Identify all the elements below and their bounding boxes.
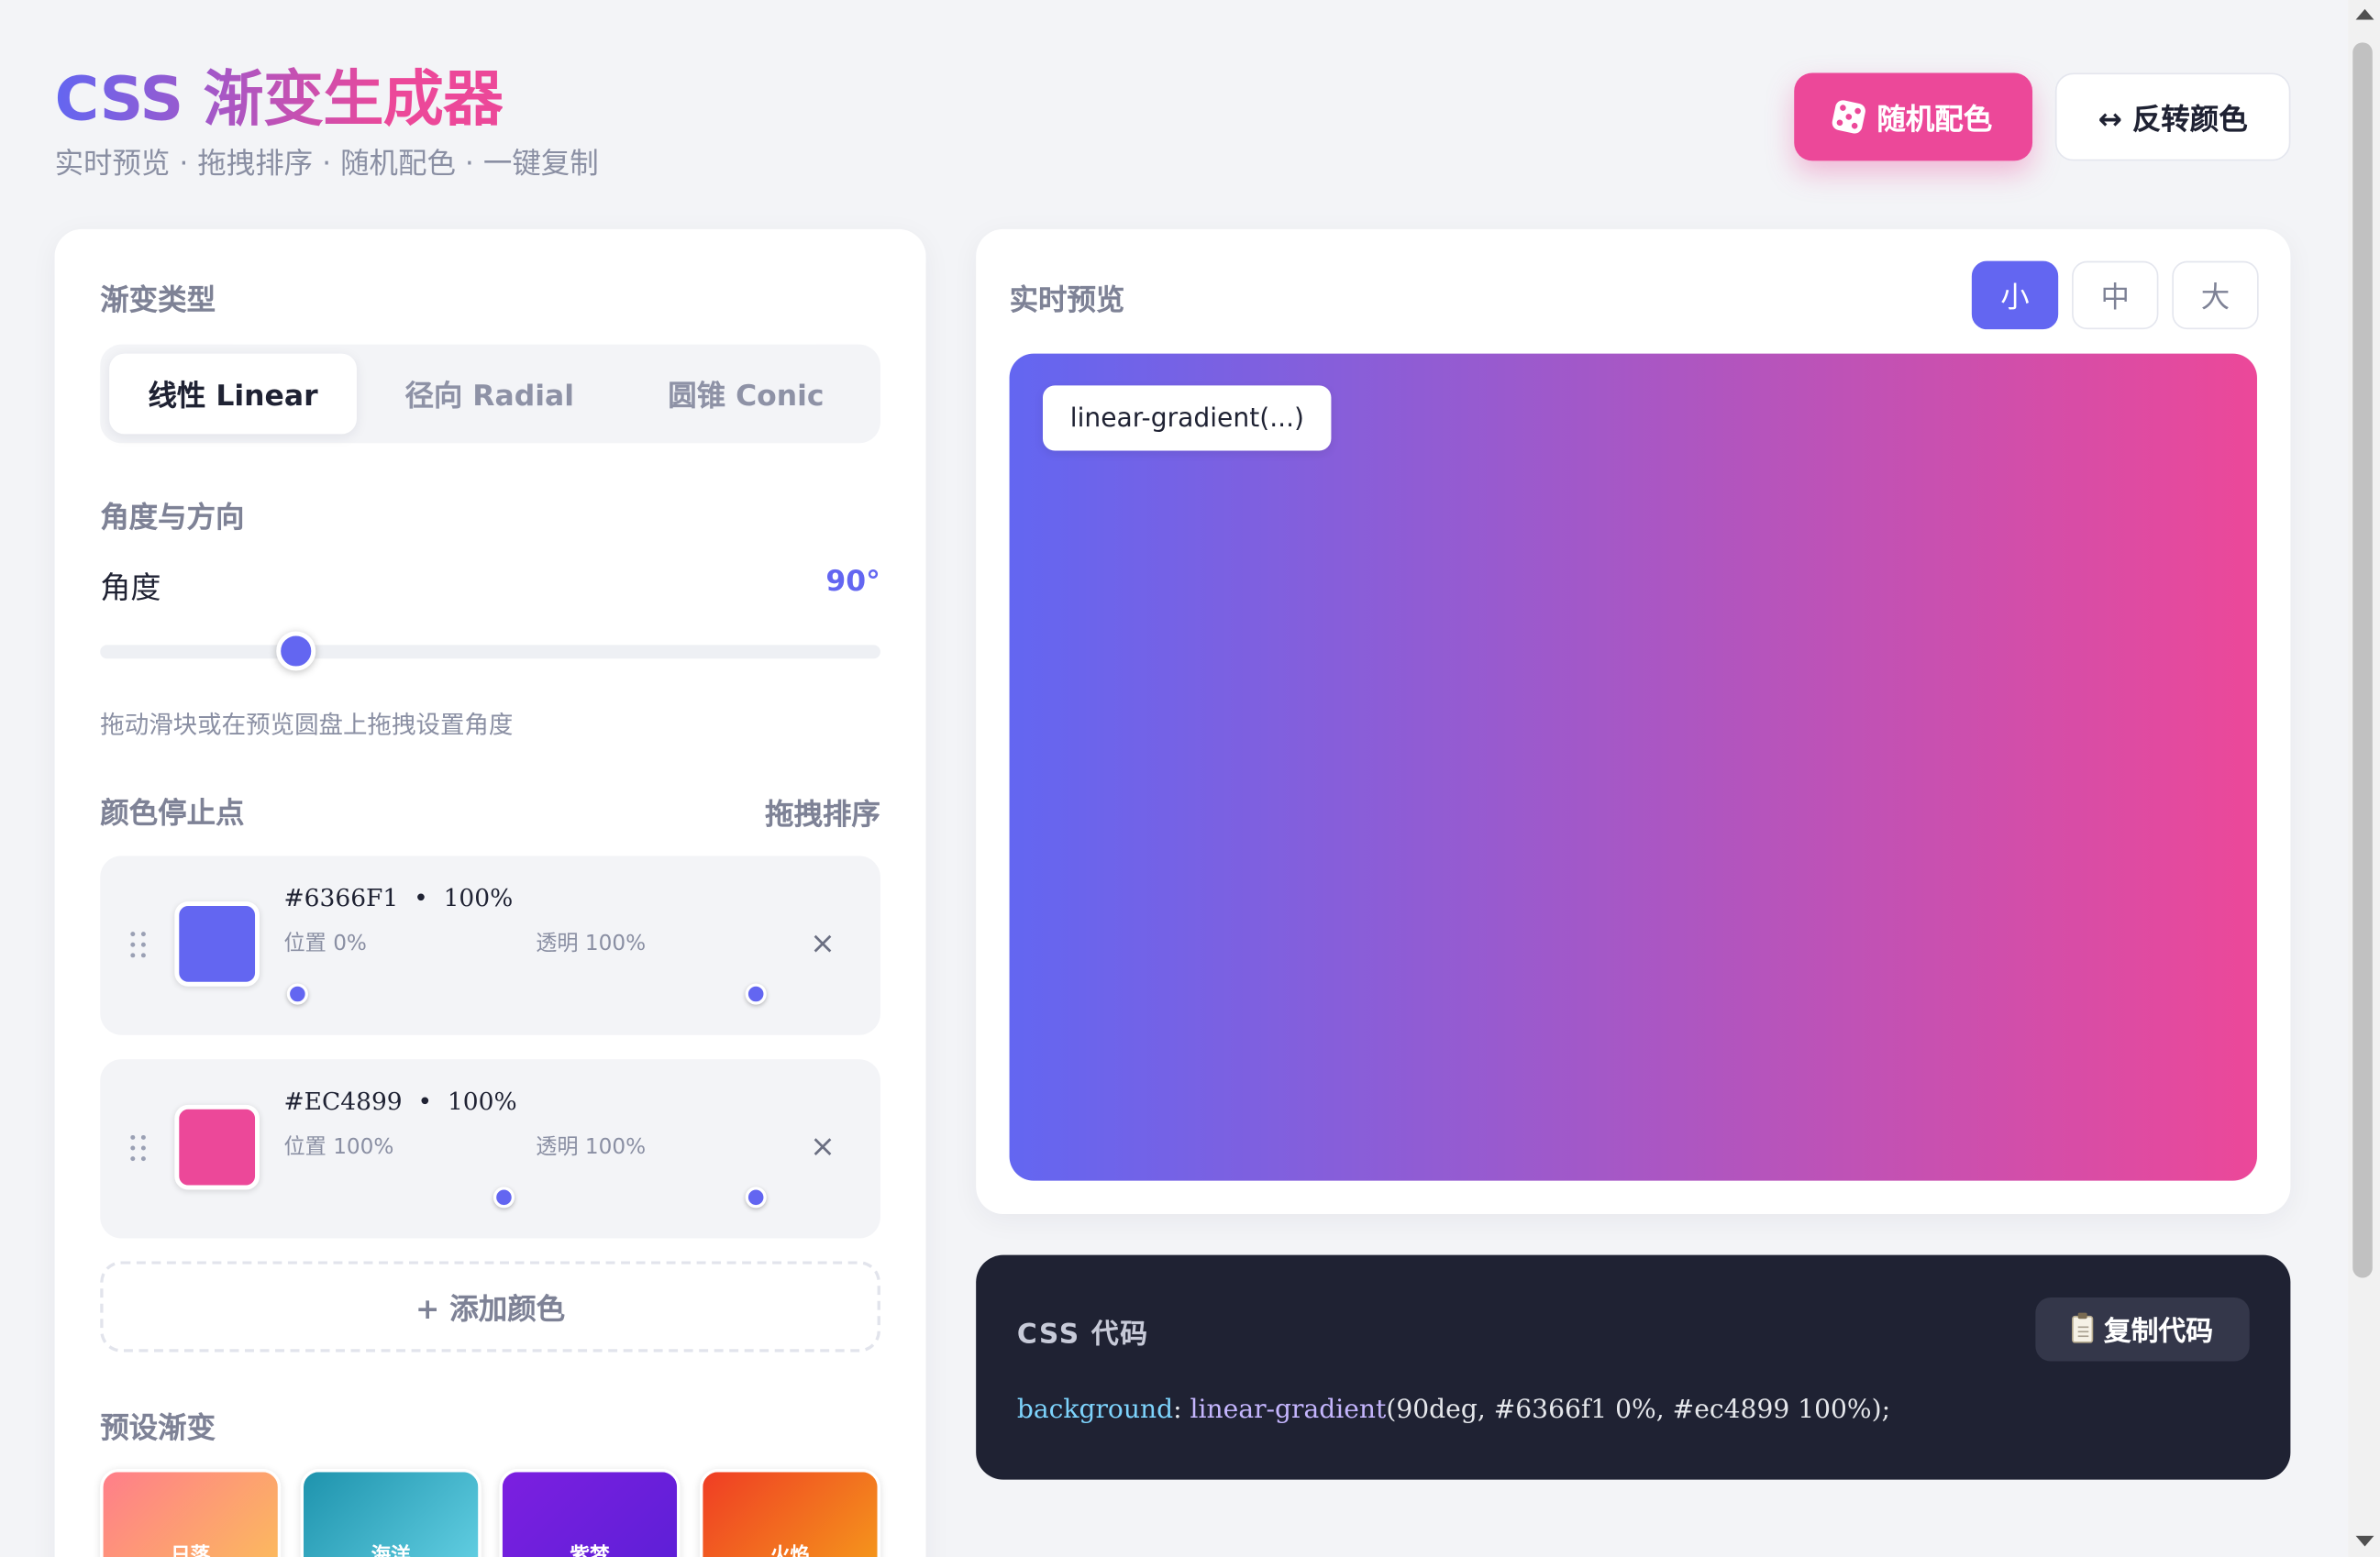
reverse-colors-label: ↔ 反转颜色	[2098, 102, 2248, 137]
tab-conic[interactable]: 圆锥 Conic	[623, 354, 870, 435]
copy-code-button[interactable]: 复制代码	[2035, 1298, 2250, 1362]
stop-position-thumb[interactable]	[286, 983, 308, 1005]
drag-handle-icon[interactable]	[127, 932, 149, 959]
page-scrollbar[interactable]	[2348, 0, 2380, 1557]
css-code-panel: CSS 代码 复制代码 background: linear-gradient(…	[976, 1254, 2291, 1480]
color-stop-card[interactable]: #6366F1 • 100% 位置 0% 透明 100% ×	[100, 856, 880, 1035]
angle-hint: 拖动滑块或在预览圆盘上拖拽设置角度	[100, 710, 514, 739]
stop-opacity-thumb[interactable]	[745, 983, 767, 1005]
size-large-button[interactable]: 大	[2172, 260, 2259, 330]
color-stop-card[interactable]: #EC4899 • 100% 位置 100% 透明 100% ×	[100, 1059, 880, 1239]
drag-handle-icon[interactable]	[127, 1134, 149, 1163]
add-color-button[interactable]: + 添加颜色	[100, 1261, 880, 1353]
stop-position-label: 位置 0%	[283, 932, 367, 956]
random-colors-button[interactable]: 随机配色	[1794, 72, 2033, 161]
app-root: CSS 渐变生成器 实时预览 · 拖拽排序 · 随机配色 · 一键复制 随机配色…	[0, 0, 2380, 1557]
reverse-colors-button[interactable]: ↔ 反转颜色	[2054, 72, 2291, 161]
preset-flame[interactable]: 火焰	[699, 1469, 880, 1557]
stop-hex-value: #EC4899 • 100%	[283, 1086, 517, 1116]
preset-ocean[interactable]: 海洋	[300, 1469, 482, 1557]
size-medium-button[interactable]: 中	[2072, 260, 2159, 330]
stop-position-thumb[interactable]	[493, 1187, 515, 1209]
stop-position-slider[interactable]	[286, 983, 504, 1005]
drag-sort-label: 拖拽排序	[765, 798, 880, 832]
angle-slider[interactable]	[100, 631, 880, 671]
color-swatch[interactable]	[174, 1104, 260, 1190]
gradient-type-chip: linear-gradient(...)	[1042, 385, 1332, 451]
copy-code-label: 复制代码	[2103, 1315, 2213, 1348]
color-swatch[interactable]	[174, 901, 260, 987]
stop-opacity-thumb[interactable]	[745, 1187, 767, 1209]
dice-icon	[1831, 98, 1868, 136]
gradient-preview[interactable]: linear-gradient(...)	[1009, 353, 2257, 1181]
controls-panel: 渐变类型 线性 Linear 径向 Radial 圆锥 Conic 角度与方向 …	[54, 228, 926, 1557]
stop-opacity-label: 透明 100%	[536, 932, 647, 956]
color-stops-label: 颜色停止点	[100, 796, 245, 831]
clipboard-icon	[2072, 1312, 2094, 1343]
angle-section-label: 角度与方向	[100, 501, 245, 535]
angle-slider-thumb[interactable]	[275, 631, 315, 671]
css-code-output[interactable]: background: linear-gradient(90deg, #6366…	[1017, 1395, 1890, 1425]
stop-opacity-slider[interactable]	[549, 983, 767, 1005]
stop-position-slider[interactable]	[297, 1187, 515, 1209]
stop-opacity-slider[interactable]	[549, 1187, 767, 1209]
preset-sunset[interactable]: 日落	[100, 1469, 282, 1557]
gradient-type-tabs: 线性 Linear 径向 Radial 圆锥 Conic	[100, 344, 880, 444]
stop-hex-value: #6366F1 • 100%	[283, 883, 514, 912]
tab-linear[interactable]: 线性 Linear	[109, 353, 357, 435]
gradient-type-label: 渐变类型	[100, 283, 216, 317]
tab-radial[interactable]: 径向 Radial	[366, 354, 614, 435]
preview-title: 实时预览	[1009, 283, 1125, 317]
angle-value: 90°	[825, 564, 880, 599]
size-small-button[interactable]: 小	[1971, 260, 2059, 330]
scroll-up-arrow-icon[interactable]	[2355, 8, 2374, 20]
code-title: CSS 代码	[1016, 1319, 1149, 1351]
random-colors-label: 随机配色	[1876, 102, 1993, 137]
scrollbar-thumb[interactable]	[2352, 42, 2373, 1278]
preset-purple-dream[interactable]: 紫梦	[499, 1469, 681, 1557]
angle-label: 角度	[100, 569, 161, 606]
scroll-down-arrow-icon[interactable]	[2355, 1535, 2374, 1547]
stop-position-label: 位置 100%	[283, 1134, 394, 1160]
preset-list: 日落 海洋 紫梦 火焰	[100, 1469, 880, 1557]
remove-stop-button[interactable]: ×	[806, 1129, 839, 1162]
page-subtitle: 实时预览 · 拖拽排序 · 随机配色 · 一键复制	[54, 147, 599, 181]
stop-opacity-label: 透明 100%	[536, 1134, 647, 1160]
presets-label: 预设渐变	[100, 1411, 216, 1445]
remove-stop-button[interactable]: ×	[806, 926, 839, 959]
preview-panel: 实时预览 小 中 大 linear-gradient(...)	[976, 228, 2291, 1214]
page-title: CSS 渐变生成器	[55, 61, 504, 139]
